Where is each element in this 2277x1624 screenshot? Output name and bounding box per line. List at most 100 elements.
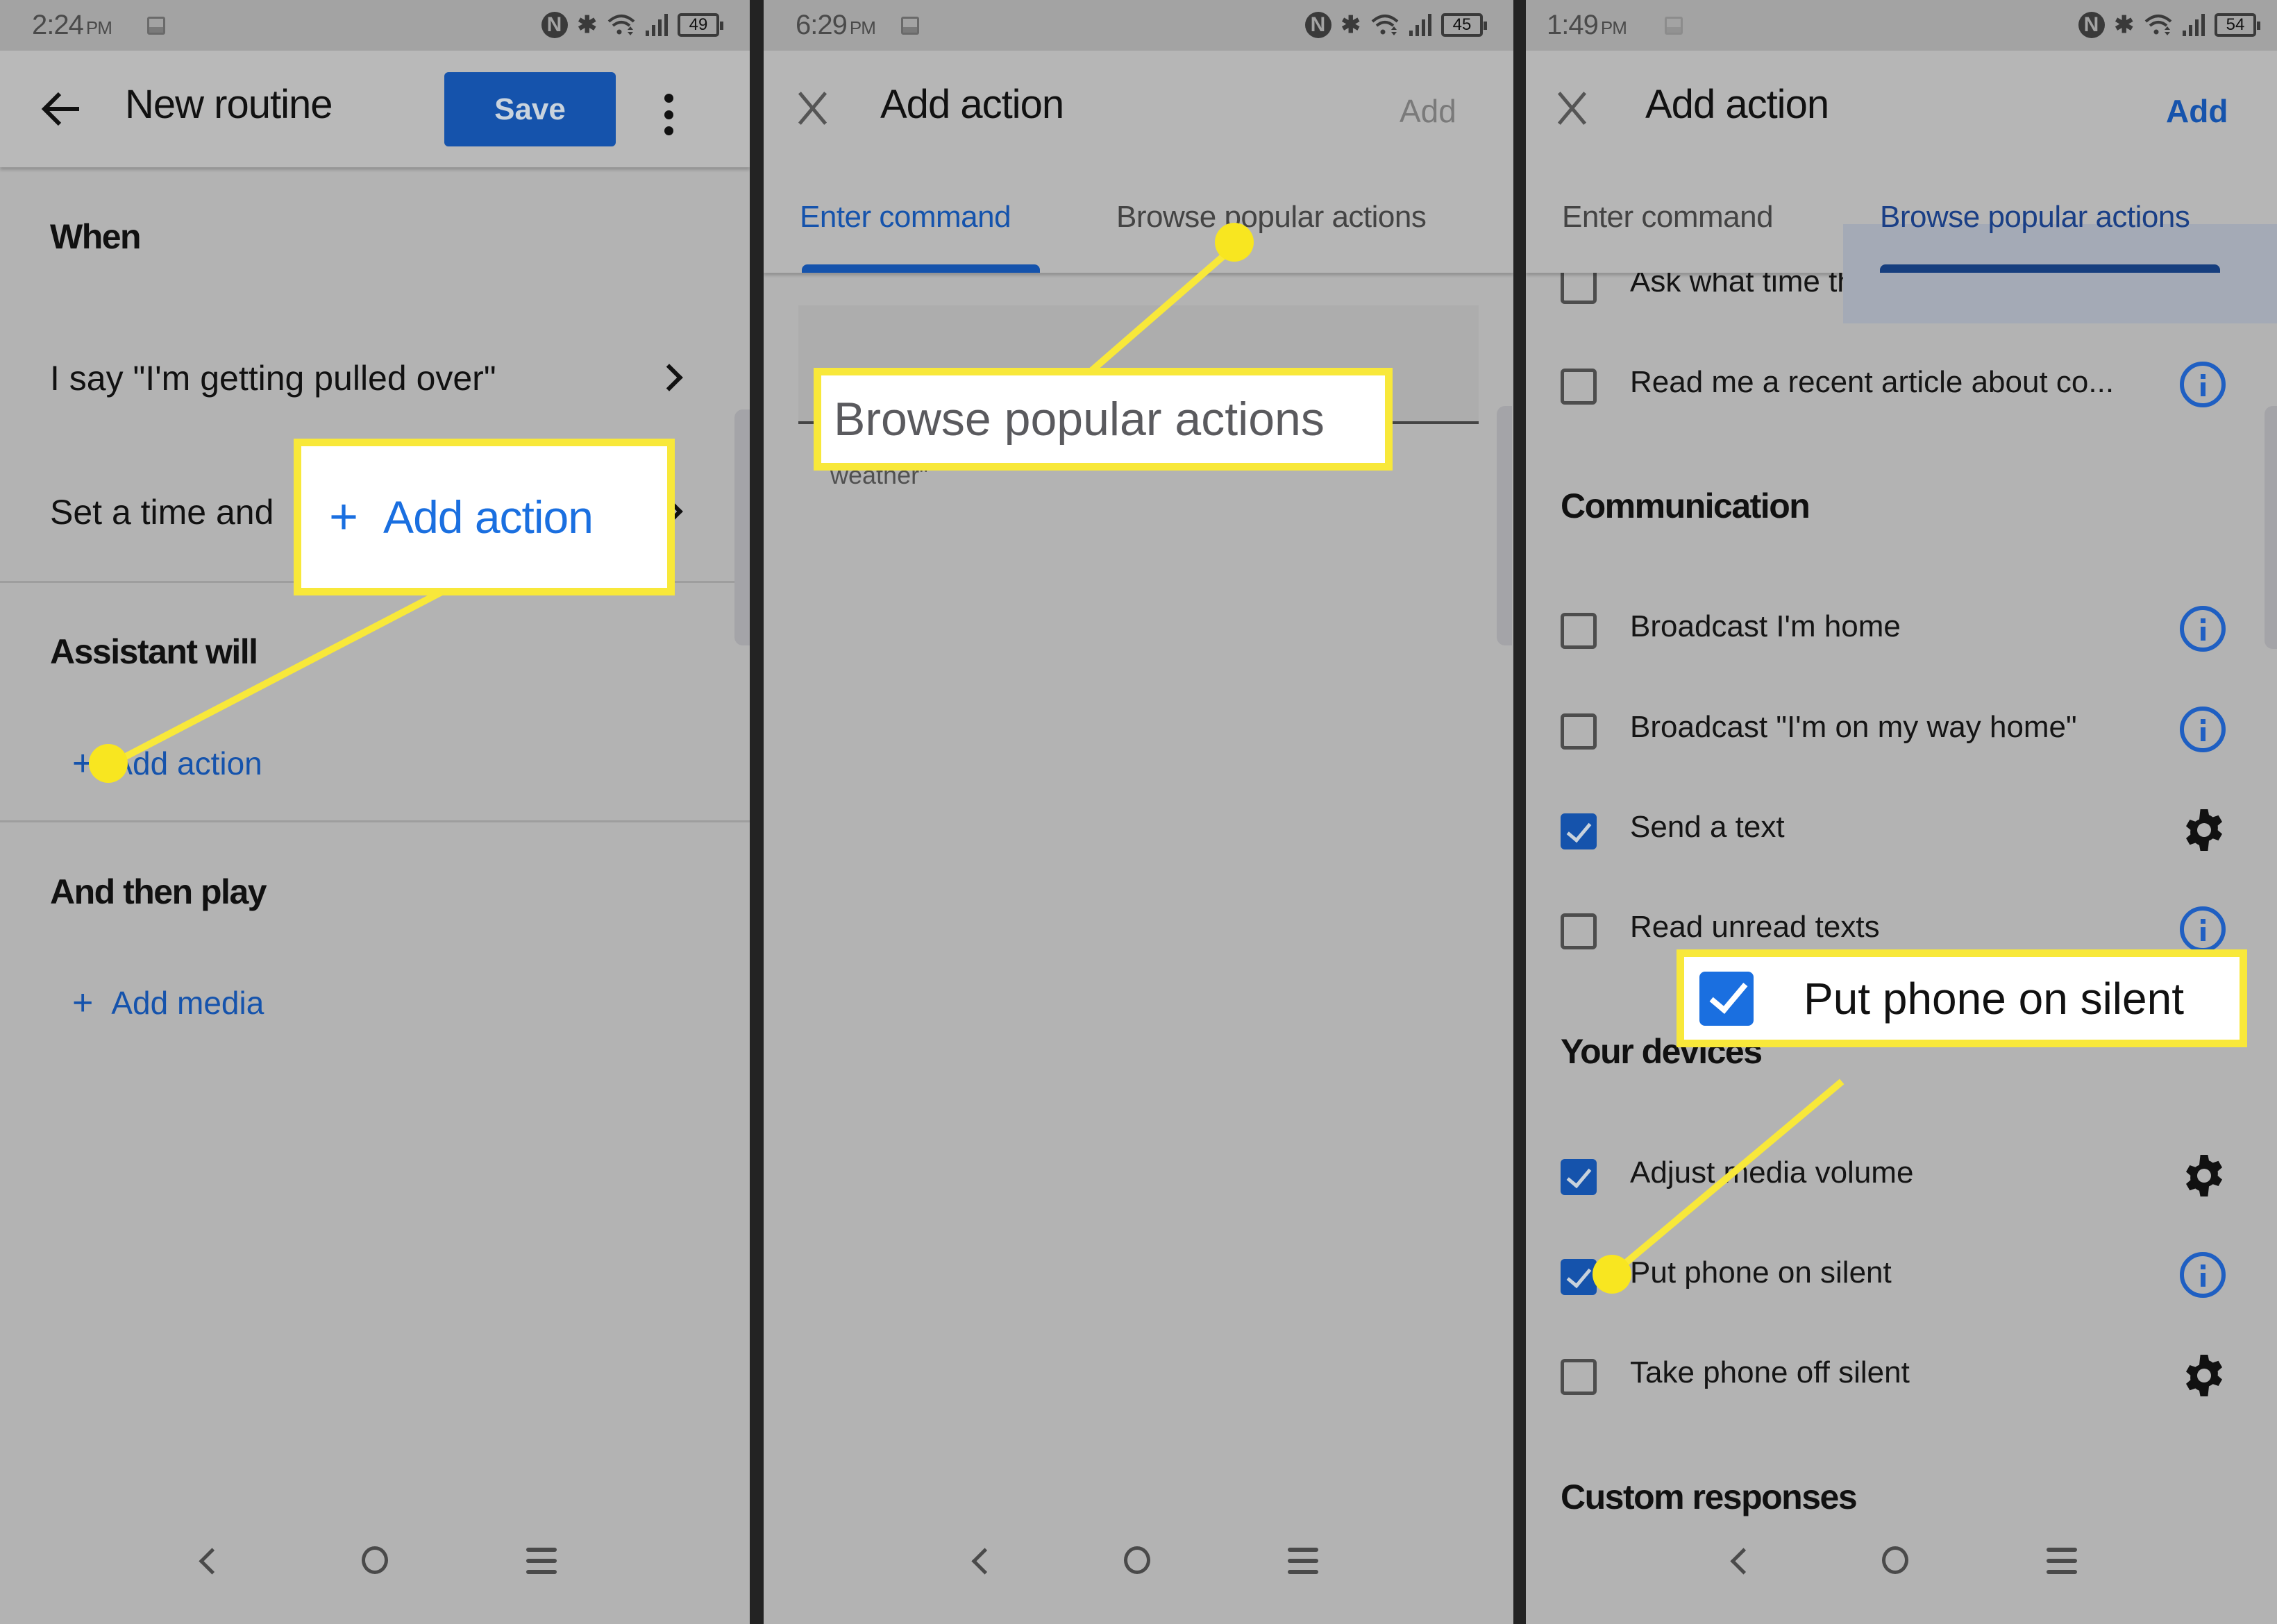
tab-browse-popular-actions[interactable]: Browse popular actions <box>1880 200 2190 235</box>
info-icon[interactable] <box>2180 906 2226 952</box>
nfc-icon: N <box>2078 12 2105 38</box>
action-label: Take phone off silent <box>1630 1355 1910 1389</box>
action-list-item[interactable]: Take phone off silent <box>1526 1342 2277 1411</box>
callout-label: Put phone on silent <box>1804 973 2184 1024</box>
signal-icon <box>2183 14 2205 36</box>
time-text: 2:24 <box>32 10 84 40</box>
status-icons: N ✱ 45 <box>1304 10 1487 40</box>
nav-back-icon[interactable] <box>199 1548 226 1575</box>
section-when-title: When <box>50 217 142 256</box>
battery-level: 49 <box>689 15 708 34</box>
divider <box>0 820 750 822</box>
checkbox-unchecked[interactable] <box>1561 913 1597 949</box>
page-title: New routine <box>125 82 333 127</box>
checkbox-unchecked[interactable] <box>1561 369 1597 405</box>
nav-recents-icon[interactable] <box>526 1548 557 1574</box>
gallery-icon <box>147 17 165 35</box>
save-button[interactable]: Save <box>444 72 616 146</box>
close-icon[interactable] <box>1555 91 1590 126</box>
callout-pin <box>89 744 128 783</box>
active-tab-highlight <box>1843 224 2277 323</box>
gear-icon[interactable] <box>2180 1351 2228 1400</box>
callout-leader-line <box>108 579 462 768</box>
nav-home-icon[interactable] <box>362 1546 388 1574</box>
page-title: Add action <box>1645 82 1829 127</box>
nav-back-icon[interactable] <box>971 1548 998 1575</box>
callout-add-action: + Add action <box>294 439 675 595</box>
action-label: Send a text <box>1630 810 1785 844</box>
action-list-item[interactable]: Read me a recent article about co... <box>1526 351 2277 421</box>
section-then-title: And then play <box>50 872 267 911</box>
callout-pin <box>1215 223 1254 262</box>
ampm-text: PM <box>1600 17 1627 38</box>
battery-icon: 54 <box>2215 13 2260 37</box>
nav-home-icon[interactable] <box>1124 1546 1150 1574</box>
info-icon[interactable] <box>2180 1252 2226 1298</box>
trigger-time-row[interactable]: Set a time and <box>50 492 274 532</box>
info-icon[interactable] <box>2180 362 2226 407</box>
tab-enter-command[interactable]: Enter command <box>800 200 1011 235</box>
battery-icon: 45 <box>1441 13 1487 37</box>
status-bar: 2:24 PM N ✱ 49 <box>0 0 750 51</box>
section-communication-title: Communication <box>1561 487 1810 525</box>
screen-new-routine: 2:24 PM N ✱ 49 New routine Save When I sa… <box>0 0 750 1624</box>
add-media-link[interactable]: + Add media <box>72 982 264 1024</box>
arrow-left-icon[interactable] <box>39 87 83 131</box>
action-list-item[interactable]: Adjust media volume <box>1526 1142 2277 1211</box>
time-text: 1:49 <box>1547 10 1599 40</box>
gear-icon[interactable] <box>2180 806 2228 854</box>
close-icon[interactable] <box>796 91 830 126</box>
screen-add-action-enter: 6:29 PM N ✱ 45 Add action Add Enter comma… <box>764 0 1513 1624</box>
scrollbar[interactable] <box>2265 406 2277 649</box>
callout-put-phone-silent: Put phone on silent <box>1677 949 2247 1047</box>
nav-recents-icon[interactable] <box>2047 1548 2077 1574</box>
trigger-voice-row[interactable]: I say "I'm getting pulled over" <box>50 358 496 398</box>
gear-icon[interactable] <box>2180 1151 2228 1200</box>
checkbox-checked[interactable] <box>1561 1159 1597 1195</box>
section-assistant-title: Assistant will <box>50 632 258 671</box>
nav-recents-icon[interactable] <box>1288 1548 1318 1574</box>
action-label: Broadcast I'm home <box>1630 609 1901 643</box>
status-time: 6:29 PM <box>796 10 876 41</box>
status-time: 1:49 PM <box>1547 10 1627 41</box>
scrollbar[interactable] <box>734 409 750 645</box>
wifi-icon <box>2144 15 2172 35</box>
info-icon[interactable] <box>2180 606 2226 652</box>
gallery-icon <box>1665 17 1683 35</box>
callout-browse-popular: Browse popular actions <box>814 368 1393 471</box>
action-list-item[interactable]: Send a text <box>1526 796 2277 865</box>
checkbox-unchecked[interactable] <box>1561 613 1597 649</box>
scrollbar[interactable] <box>1497 406 1512 645</box>
wifi-icon <box>1371 15 1399 35</box>
add-button[interactable]: Add <box>1400 92 1456 130</box>
info-icon[interactable] <box>2180 707 2226 752</box>
action-label: Adjust media volume <box>1630 1156 1914 1190</box>
app-bar: Add action Add Enter command Browse popu… <box>764 51 1513 273</box>
ampm-text: PM <box>85 17 112 38</box>
checkbox-checked[interactable] <box>1561 1259 1597 1295</box>
chevron-right-icon <box>655 364 683 391</box>
checkbox-unchecked[interactable] <box>1561 268 1597 304</box>
status-icons: N ✱ 54 <box>2078 10 2260 40</box>
action-list-item[interactable]: Broadcast I'm home <box>1526 595 2277 665</box>
nfc-icon: N <box>541 12 568 38</box>
nav-home-icon[interactable] <box>1882 1546 1908 1574</box>
screen-add-action-browse: Ask what time the alarm should b...Read … <box>1526 0 2277 1624</box>
plus-icon: + <box>72 983 94 1023</box>
more-vert-icon[interactable] <box>659 94 678 135</box>
section-custom-responses-title: Custom responses <box>1561 1478 1858 1516</box>
action-label: Broadcast "I'm on my way home" <box>1630 710 2077 744</box>
app-bar: Add action Add Enter command Browse popu… <box>1526 51 2277 323</box>
add-media-label: Add media <box>111 985 264 1021</box>
checkbox-checked[interactable] <box>1561 813 1597 849</box>
add-button[interactable]: Add <box>2166 92 2228 130</box>
nav-bar <box>0 1527 750 1624</box>
battery-level: 54 <box>2226 15 2245 34</box>
action-list-item[interactable]: Broadcast "I'm on my way home" <box>1526 696 2277 766</box>
checkbox-unchecked[interactable] <box>1561 1359 1597 1395</box>
checkbox-unchecked[interactable] <box>1561 713 1597 750</box>
nav-back-icon[interactable] <box>1730 1548 1757 1575</box>
tab-enter-command[interactable]: Enter command <box>1562 200 1774 235</box>
tab-browse-popular-actions[interactable]: Browse popular actions <box>1116 200 1427 235</box>
wifi-icon <box>607 15 635 35</box>
